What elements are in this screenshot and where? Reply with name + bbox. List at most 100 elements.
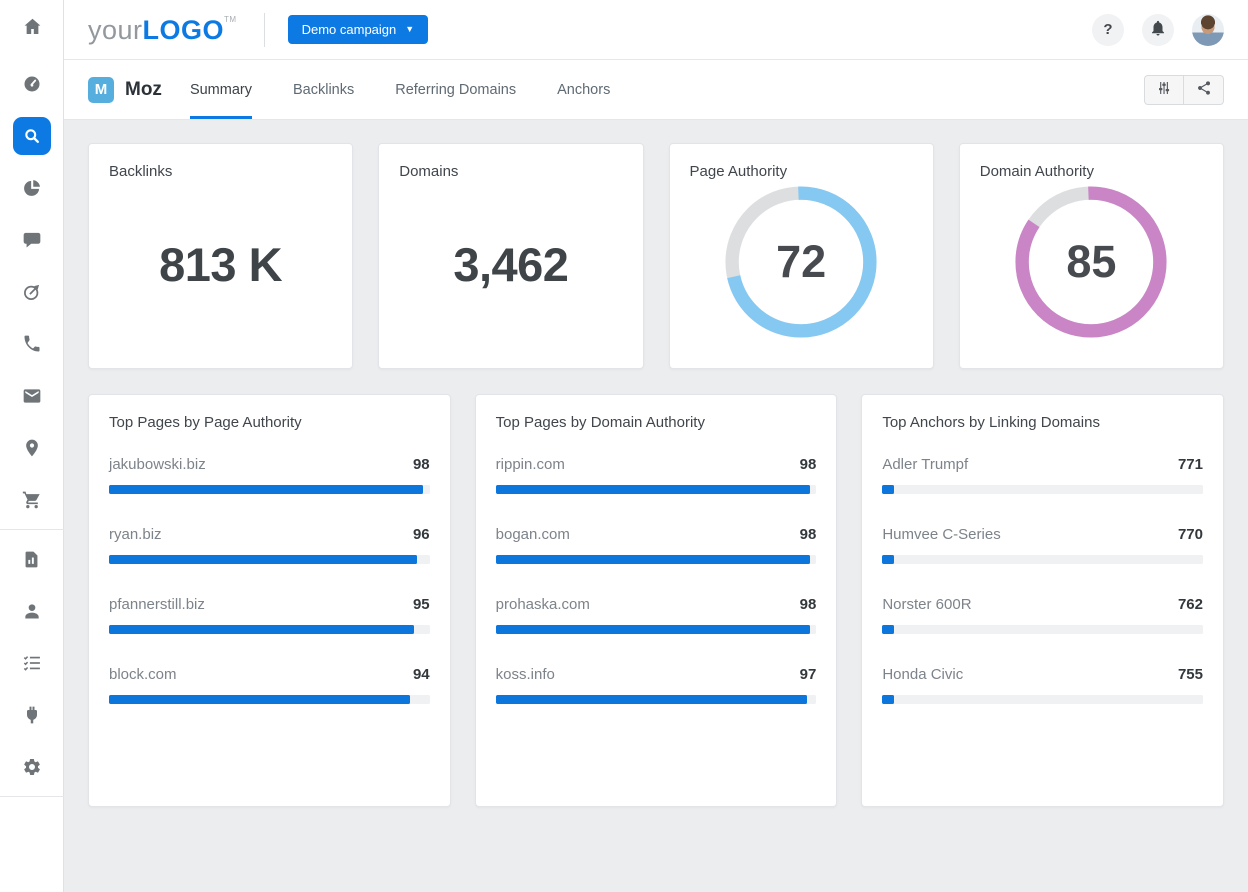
notifications-button[interactable] <box>1142 14 1174 46</box>
item-value: 762 <box>1178 596 1203 613</box>
app-window: your LOGO TM Demo campaign ▼ ? M Moz <box>0 0 1248 892</box>
header-actions: ? <box>1092 14 1224 46</box>
list-item: pfannerstill.biz95 <box>109 596 430 634</box>
card-title: Backlinks <box>109 163 332 180</box>
item-value: 98 <box>800 526 817 543</box>
item-label: bogan.com <box>496 526 570 543</box>
progress-bar <box>882 625 1203 634</box>
sidebar-item-click-tracking[interactable] <box>0 266 64 318</box>
progress-bar <box>496 695 817 704</box>
card-title: Domains <box>399 163 622 180</box>
chat-icon <box>22 230 42 250</box>
item-label: Adler Trumpf <box>882 456 968 473</box>
sidebar-item-tasks[interactable] <box>0 637 64 689</box>
sidebar-item-settings[interactable] <box>0 741 64 793</box>
toolbar-actions <box>1144 75 1224 105</box>
filter-button[interactable] <box>1144 75 1184 105</box>
sidebar-item-staff[interactable] <box>0 585 64 637</box>
mail-icon <box>22 386 42 406</box>
card-title: Page Authority <box>690 163 913 180</box>
item-label: Honda Civic <box>882 666 963 683</box>
item-label: koss.info <box>496 666 555 683</box>
dashboard-content: Backlinks 813 K Domains 3,462 Page Autho… <box>64 120 1248 830</box>
tab-anchors[interactable]: Anchors <box>557 60 610 119</box>
campaign-selector-label: Demo campaign <box>302 22 397 37</box>
item-label: pfannerstill.biz <box>109 596 205 613</box>
item-value: 98 <box>413 456 430 473</box>
progress-bar <box>496 485 817 494</box>
list-item: jakubowski.biz98 <box>109 456 430 494</box>
sidebar-item-social[interactable] <box>0 214 64 266</box>
sidebar-item-ecommerce[interactable] <box>0 474 64 526</box>
sidebar-item-calls[interactable] <box>0 318 64 370</box>
sidebar-item-reports[interactable] <box>0 533 64 585</box>
item-value: 94 <box>413 666 430 683</box>
user-icon <box>22 601 42 621</box>
list-item: Honda Civic 755 <box>882 666 1203 704</box>
page-authority-donut: 72 <box>721 182 881 342</box>
domains-value: 3,462 <box>453 237 568 292</box>
progress-bar <box>882 555 1203 564</box>
bell-icon <box>1149 19 1167 40</box>
main-area: M Moz Summary Backlinks Referring Domain… <box>64 60 1248 892</box>
top-anchors-card: Top Anchors by Linking Domains Adler Tru… <box>861 394 1224 807</box>
sidebar-item-home[interactable] <box>0 0 64 52</box>
item-value: 98 <box>800 456 817 473</box>
tab-summary[interactable]: Summary <box>190 60 252 119</box>
logo-prefix: your <box>88 13 143 47</box>
gear-icon <box>22 757 42 777</box>
domains-card: Domains 3,462 <box>378 143 643 369</box>
top-header: your LOGO TM Demo campaign ▼ ? <box>64 0 1248 60</box>
campaign-selector-button[interactable]: Demo campaign ▼ <box>288 15 429 44</box>
progress-bar <box>109 695 430 704</box>
tab-backlinks[interactable]: Backlinks <box>293 60 354 119</box>
user-avatar[interactable] <box>1192 14 1224 46</box>
progress-bar <box>109 625 430 634</box>
sidebar-item-dashboard[interactable] <box>0 58 64 110</box>
dashboard-gauge-icon <box>22 74 42 94</box>
list-item: ryan.biz96 <box>109 526 430 564</box>
progress-bar <box>496 625 817 634</box>
logo-main: LOGO <box>143 13 225 47</box>
pie-chart-icon <box>22 178 42 198</box>
list-item: Humvee C-Series770 <box>882 526 1203 564</box>
list-item: prohaska.com98 <box>496 596 817 634</box>
domain-authority-donut: 85 <box>1011 182 1171 342</box>
report-doc-icon <box>22 550 41 569</box>
sidebar-item-integrations[interactable] <box>0 689 64 741</box>
share-button[interactable] <box>1184 75 1224 105</box>
list-item: block.com94 <box>109 666 430 704</box>
filter-sliders-icon <box>1156 80 1172 99</box>
tab-referring-domains[interactable]: Referring Domains <box>395 60 516 119</box>
sidebar-item-local[interactable] <box>0 422 64 474</box>
logo-tm: TM <box>224 15 237 24</box>
stat-card-row: Backlinks 813 K Domains 3,462 Page Autho… <box>88 143 1224 369</box>
item-value: 755 <box>1178 666 1203 683</box>
moz-widget-toolbar: M Moz Summary Backlinks Referring Domain… <box>64 60 1248 120</box>
question-mark-icon: ? <box>1103 21 1112 38</box>
list-item: koss.info97 <box>496 666 817 704</box>
plug-icon <box>22 705 42 725</box>
phone-icon <box>22 334 42 354</box>
list-item: Norster 600R762 <box>882 596 1203 634</box>
sidebar-item-seo[interactable] <box>0 110 64 162</box>
card-title: Domain Authority <box>980 163 1203 180</box>
domain-authority-value: 85 <box>1011 182 1171 342</box>
sidebar <box>0 0 64 892</box>
logo[interactable]: your LOGO TM <box>88 13 237 47</box>
help-button[interactable]: ? <box>1092 14 1124 46</box>
item-value: 770 <box>1178 526 1203 543</box>
sidebar-item-email[interactable] <box>0 370 64 422</box>
backlinks-card: Backlinks 813 K <box>88 143 353 369</box>
progress-bar <box>882 695 1203 704</box>
share-icon <box>1196 80 1212 99</box>
item-value: 96 <box>413 526 430 543</box>
progress-bar <box>496 555 817 564</box>
list-item: Adler Trumpf771 <box>882 456 1203 494</box>
page-authority-value: 72 <box>721 182 881 342</box>
sidebar-divider <box>0 529 64 530</box>
sidebar-item-ppc[interactable] <box>0 162 64 214</box>
integration-title: Moz <box>125 79 162 101</box>
card-title: Top Pages by Page Authority <box>109 414 430 431</box>
home-icon <box>22 16 43 37</box>
